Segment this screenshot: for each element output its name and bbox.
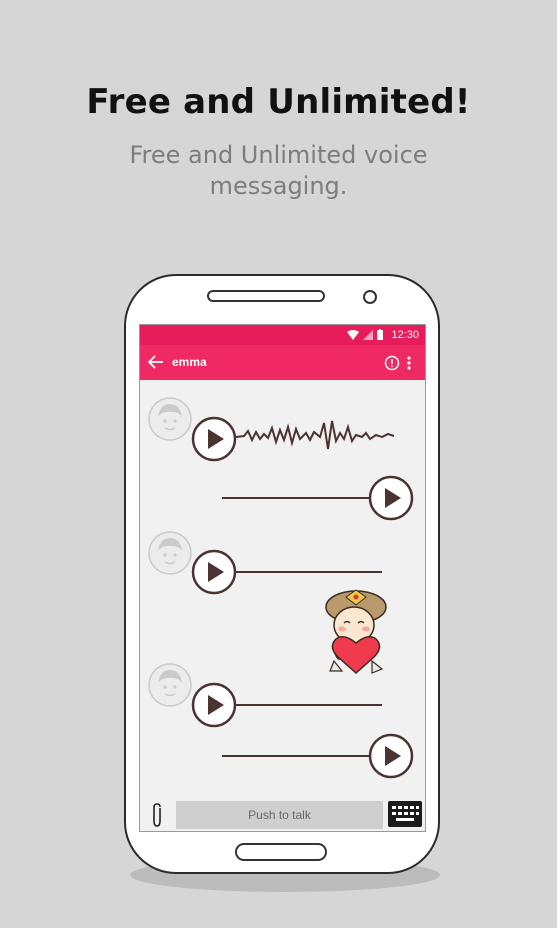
contact-avatar-icon[interactable] bbox=[148, 531, 192, 575]
signal-icon bbox=[363, 329, 373, 340]
play-button-icon[interactable] bbox=[191, 549, 237, 595]
wifi-icon bbox=[347, 329, 359, 340]
keyboard-icon[interactable] bbox=[388, 801, 422, 827]
phone-camera bbox=[363, 290, 377, 304]
battery-icon bbox=[377, 329, 383, 340]
voice-waveform bbox=[236, 420, 395, 450]
status-icons bbox=[347, 329, 383, 340]
heart-character-sticker-icon[interactable] bbox=[320, 587, 390, 677]
phone-speaker bbox=[207, 290, 325, 302]
play-button-icon[interactable] bbox=[368, 733, 414, 779]
info-icon[interactable] bbox=[384, 355, 400, 371]
play-button-icon[interactable] bbox=[191, 682, 237, 728]
play-button-icon[interactable] bbox=[368, 475, 414, 521]
more-vert-icon[interactable] bbox=[404, 354, 414, 372]
status-time: 12:30 bbox=[391, 329, 419, 341]
headline: Free and Unlimited! bbox=[86, 82, 471, 122]
contact-avatar-icon[interactable] bbox=[148, 397, 192, 441]
push-to-talk-button[interactable]: Push to talk bbox=[176, 801, 383, 829]
chat-title: emma bbox=[172, 355, 207, 369]
voice-track bbox=[235, 704, 382, 706]
composer-bar: Push to talk bbox=[140, 795, 425, 831]
paperclip-icon[interactable] bbox=[148, 801, 166, 829]
voice-track bbox=[222, 755, 370, 757]
phone-home-button[interactable] bbox=[235, 843, 327, 861]
play-button-icon[interactable] bbox=[191, 416, 237, 462]
subheadline: Free and Unlimited voice messaging. bbox=[129, 141, 428, 200]
voice-track bbox=[222, 497, 370, 499]
back-arrow-icon[interactable] bbox=[146, 352, 166, 372]
voice-track bbox=[235, 571, 382, 573]
app-bar: emma bbox=[140, 345, 425, 380]
status-bar: 12:30 bbox=[140, 325, 425, 345]
contact-avatar-icon[interactable] bbox=[148, 663, 192, 707]
app-screen: 12:30 emma Push to talk bbox=[139, 324, 426, 832]
